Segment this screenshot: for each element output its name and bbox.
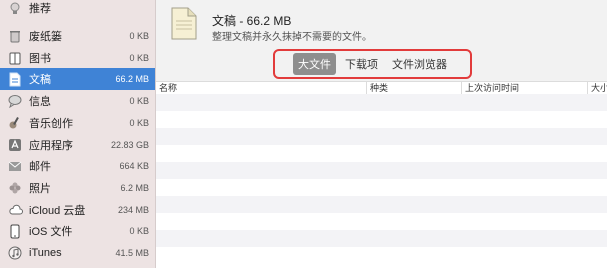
sidebar-item-icloud-drive[interactable]: iCloud 云盘 234 MB [0,199,155,221]
phone-icon [7,223,23,239]
sidebar-item-size: 0 KB [129,226,149,236]
sidebar-item-size: 664 KB [119,161,149,171]
column-header-size[interactable]: 大小 [588,82,607,94]
sidebar-item-label: 邮件 [29,161,51,173]
sidebar-item-size: 0 KB [129,118,149,128]
table-row [156,230,607,247]
page-title: 文稿 - 66.2 MB [212,14,292,28]
book-icon [7,50,23,66]
message-icon [7,93,23,109]
tab-large-files[interactable]: 大文件 [293,53,336,75]
mail-icon [7,158,23,174]
table-header: 名称 种类 上次访问时间 大小 [156,82,607,94]
sidebar-item-label: 废纸篓 [29,31,62,43]
sidebar-item-size: 66.2 MB [115,74,149,84]
page-subtitle: 整理文稿并永久抹掉不需要的文件。 [212,32,372,43]
sidebar-item-photos[interactable]: 照片 6.2 MB [0,177,155,199]
sidebar-item-label: 推荐 [29,3,51,15]
sidebar-item-ios-files[interactable]: iOS 文件 0 KB [0,220,155,242]
lightbulb-icon [7,0,23,16]
document-icon [7,71,23,87]
sidebar-item-label: iOS 文件 [29,226,73,238]
column-header-kind[interactable]: 种类 [367,82,462,94]
table-row [156,162,607,179]
sidebar-item-books[interactable]: 图书 0 KB [0,47,155,69]
sidebar-item-label: 音乐创作 [29,118,73,130]
sidebar-item-label: 文稿 [29,74,51,86]
sidebar-item-recommendations[interactable]: 推荐 [0,0,155,19]
sidebar-item-size: 0 KB [129,53,149,63]
header: 文稿 - 66.2 MB 整理文稿并永久抹掉不需要的文件。 [156,0,607,50]
sidebar-item-size: 6.2 MB [120,183,149,193]
column-header-last-accessed[interactable]: 上次访问时间 [462,82,588,94]
sidebar-item-mail[interactable]: 邮件 664 KB [0,155,155,177]
table-row [156,179,607,196]
main-panel: 文稿 - 66.2 MB 整理文稿并永久抹掉不需要的文件。 大文件 下载项 文件… [156,0,607,269]
sidebar-item-size: 234 MB [117,205,149,215]
table-row [156,128,607,145]
sidebar-item-label: iTunes [29,247,62,259]
sidebar-item-label: 图书 [29,53,51,65]
tab-group: 大文件 下载项 文件浏览器 [273,49,472,79]
sidebar-item-size: 22.83 GB [110,140,149,150]
sidebar-item-label: 信息 [29,96,51,108]
table-row [156,247,607,264]
app-icon [7,137,23,153]
table-row [156,94,607,111]
sidebar-item-label: iCloud 云盘 [29,205,86,217]
column-header-name[interactable]: 名称 [156,82,367,94]
sidebar-item-music-creation[interactable]: 音乐创作 0 KB [0,112,155,134]
photos-icon [7,180,23,196]
tab-file-browser[interactable]: 文件浏览器 [387,53,452,75]
table-row [156,213,607,230]
table-row [156,145,607,162]
sidebar-item-applications[interactable]: 应用程序 22.83 GB [0,134,155,156]
sidebar: 推荐 废纸篓 0 KB 图书 0 KB 文稿 66.2 MB 信息 0 KB 音… [0,0,156,268]
document-large-icon [171,7,197,40]
sidebar-item-size: 41.5 MB [115,248,149,258]
sidebar-item-size: 0 KB [129,96,149,106]
music-icon [7,245,23,261]
tab-downloads[interactable]: 下载项 [340,53,383,75]
table-row [156,196,607,213]
sidebar-item-messages[interactable]: 信息 0 KB [0,90,155,112]
sidebar-item-label: 应用程序 [29,140,73,152]
sidebar-item-documents[interactable]: 文稿 66.2 MB [0,68,155,90]
sidebar-item-trash[interactable]: 废纸篓 0 KB [0,25,155,47]
sidebar-item-itunes[interactable]: iTunes 41.5 MB [0,242,155,264]
file-table: 名称 种类 上次访问时间 大小 [156,81,607,269]
sidebar-item-label: 照片 [29,183,51,195]
guitar-icon [7,115,23,131]
cloud-icon [7,202,23,218]
table-row [156,111,607,128]
trash-icon [7,28,23,44]
sidebar-item-size: 0 KB [129,31,149,41]
